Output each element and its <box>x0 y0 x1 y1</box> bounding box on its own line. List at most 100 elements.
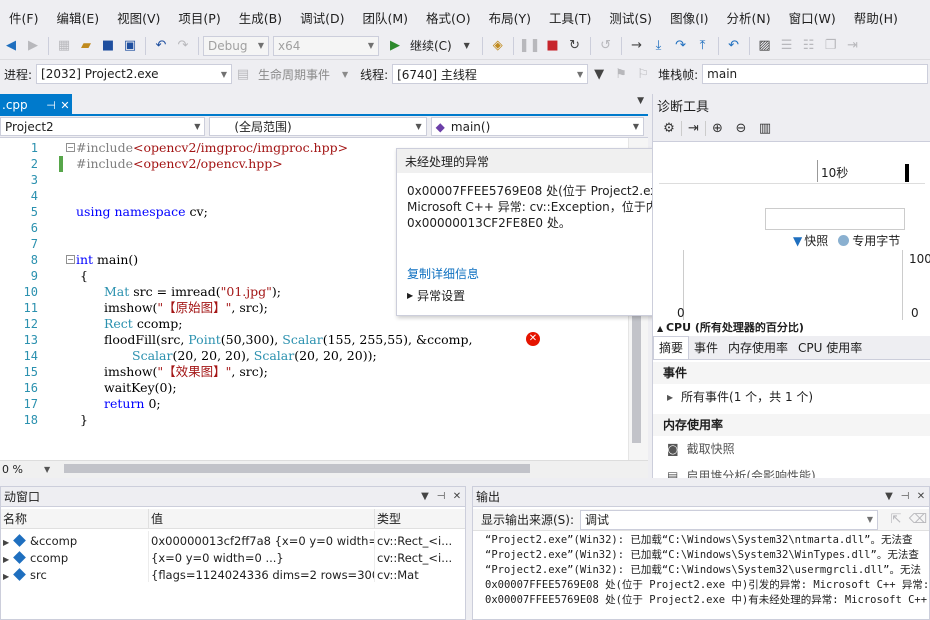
show-flagged-icon[interactable]: ⚐ <box>633 63 653 85</box>
redo-icon[interactable]: ↷ <box>173 35 193 57</box>
collapse-icon[interactable]: − <box>66 143 75 152</box>
find-message-icon[interactable]: ⇱ <box>886 509 906 531</box>
menu-project[interactable]: 项目(P) <box>169 6 229 32</box>
expand-icon[interactable]: ▶ <box>3 567 13 582</box>
stop-icon[interactable]: ■ <box>543 35 563 57</box>
filter-icon[interactable]: ▼ <box>589 63 609 85</box>
expand-icon[interactable]: ▶ <box>3 533 13 548</box>
tab-events[interactable]: 事件 <box>689 337 723 359</box>
menu-debug[interactable]: 调试(D) <box>291 6 353 32</box>
save-all-icon[interactable]: ▣ <box>120 35 140 57</box>
chevron-down-icon[interactable]: ▼ <box>417 491 433 502</box>
output-source-dropdown[interactable]: 调试 ▼ <box>580 509 878 530</box>
menu-build[interactable]: 生成(B) <box>230 6 291 32</box>
clear-all-icon[interactable]: ⌫ <box>908 509 928 531</box>
zoom-out-icon[interactable]: ⊖ <box>729 121 753 136</box>
indent-icon[interactable]: ⇥ <box>843 35 863 57</box>
undo-icon[interactable]: ↶ <box>151 35 171 57</box>
step-out-icon[interactable]: ⤒ <box>693 35 713 57</box>
process-dropdown[interactable]: [2032] Project2.exe ▼ <box>36 64 233 84</box>
column-type[interactable]: 类型 <box>375 509 465 528</box>
zoom-level[interactable]: 0 % <box>0 463 44 476</box>
tab-memory-usage[interactable]: 内存使用率 <box>723 337 793 359</box>
menu-team[interactable]: 团队(M) <box>353 6 417 32</box>
table-row[interactable]: ▶ src {flags=1124024336 dims=2 rows=300 .… <box>1 565 465 582</box>
flag-threads-icon[interactable]: ⚑ <box>611 63 631 85</box>
all-events-item[interactable]: ▸ 所有事件(1 个，共 1 个) <box>667 388 813 405</box>
comment-out-icon[interactable]: ☰ <box>777 35 797 57</box>
close-icon[interactable]: ✕ <box>58 99 72 112</box>
exception-settings-toggle[interactable]: ▶ 异常设置 <box>407 287 465 304</box>
function-value: main() <box>450 119 491 134</box>
close-icon[interactable]: ✕ <box>913 491 929 502</box>
menu-image[interactable]: 图像(I) <box>661 6 717 32</box>
menu-layout[interactable]: 布局(Y) <box>480 6 540 32</box>
table-row[interactable]: ▶ ccomp {x=0 y=0 width=0 ...} cv::Rect_<i… <box>1 548 465 565</box>
zoom-in-icon[interactable]: ⊕ <box>705 121 729 136</box>
continue-play-icon[interactable]: ▶ <box>385 35 405 57</box>
menu-view[interactable]: 视图(V) <box>108 6 169 32</box>
menu-help[interactable]: 帮助(H) <box>845 6 907 32</box>
variable-value[interactable]: 0x00000013cf2ff7a8 {x=0 y=0 width=0 ...} <box>149 531 375 548</box>
stack-frame-dropdown[interactable]: main <box>702 64 929 84</box>
configuration-dropdown[interactable]: Debug ▼ <box>203 35 269 56</box>
chevron-down-icon[interactable]: ▼ <box>44 465 50 474</box>
menu-file[interactable]: 件(F) <box>0 6 47 32</box>
collapse-icon[interactable]: − <box>66 255 75 264</box>
new-project-icon[interactable]: ▦ <box>54 35 74 57</box>
uncomment-icon[interactable]: ☷ <box>799 35 819 57</box>
menu-format[interactable]: 格式(O) <box>417 6 480 32</box>
pin-icon[interactable]: ⊣ <box>433 491 449 502</box>
thread-dropdown[interactable]: [6740] 主线程 ▼ <box>392 64 589 84</box>
menu-window[interactable]: 窗口(W) <box>780 6 845 32</box>
menu-test[interactable]: 测试(S) <box>600 6 661 32</box>
pin-icon[interactable]: ⊣ <box>897 491 913 502</box>
hot-reload-icon[interactable]: ◈ <box>488 35 508 57</box>
step-into-icon[interactable]: ⤓ <box>649 35 669 57</box>
horizontal-scrollbar-thumb[interactable] <box>64 464 530 473</box>
take-snapshot-button[interactable]: ◙ 截取快照 <box>667 440 735 457</box>
hot-restart-icon[interactable]: ↺ <box>596 35 616 57</box>
expand-icon[interactable]: ▶ <box>3 550 13 565</box>
continue-button[interactable]: 继续(C) <box>410 37 452 54</box>
select-tools-icon[interactable]: ⇥ <box>681 121 705 136</box>
bar-chart-icon[interactable]: ▥ <box>753 121 777 136</box>
lifecycle-events-dropdown[interactable]: 生命周期事件 <box>258 66 330 83</box>
enable-heap-profiling-item[interactable]: ▤ 启用堆分析(会影响性能) <box>667 466 927 478</box>
tab-summary[interactable]: 摘要 <box>653 336 690 359</box>
platform-dropdown[interactable]: x64 ▼ <box>273 35 379 56</box>
forward-icon[interactable]: ▶ <box>23 35 43 57</box>
project-dropdown[interactable]: Project2 ▼ <box>0 117 206 136</box>
scope-dropdown[interactable]: (全局范围) ▼ <box>209 117 427 136</box>
hex-display-icon[interactable]: ▨ <box>755 35 775 57</box>
chevron-down-icon[interactable]: ▼ <box>881 491 897 502</box>
save-icon[interactable]: ■ <box>98 35 118 57</box>
variable-value[interactable]: {x=0 y=0 width=0 ...} <box>149 548 375 565</box>
gear-icon[interactable]: ⚙ <box>657 121 681 136</box>
step-over-icon[interactable]: ↷ <box>671 35 691 57</box>
variable-value[interactable]: {flags=1124024336 dims=2 rows=300 ...} <box>149 565 375 582</box>
column-value[interactable]: 值 <box>149 509 375 528</box>
chevron-down-icon[interactable]: ▼ <box>457 35 477 57</box>
menu-analyze[interactable]: 分析(N) <box>718 6 780 32</box>
exception-error-icon[interactable]: ✕ <box>526 332 540 346</box>
back-icon[interactable]: ◀ <box>1 35 21 57</box>
open-folder-icon[interactable]: ▰ <box>76 35 96 57</box>
step-back-icon[interactable]: ↶ <box>724 35 744 57</box>
table-row[interactable]: ▶ &ccomp 0x00000013cf2ff7a8 {x=0 y=0 widt… <box>1 531 465 548</box>
tab-source-file[interactable]: .cpp ⊣ ✕ <box>0 94 72 116</box>
tab-cpu-usage[interactable]: CPU 使用率 <box>793 337 867 359</box>
pin-icon[interactable]: ⊣ <box>44 99 58 112</box>
restart-icon[interactable]: ↻ <box>565 35 585 57</box>
copy-details-link[interactable]: 复制详细信息 <box>407 265 479 282</box>
tab-overflow-icon[interactable]: ▼ <box>637 96 644 106</box>
menu-edit[interactable]: 编辑(E) <box>47 6 108 32</box>
close-icon[interactable]: ✕ <box>449 491 465 502</box>
pause-icon[interactable]: ❚❚ <box>519 35 541 57</box>
show-next-statement-icon[interactable]: → <box>627 35 647 57</box>
column-name[interactable]: 名称 <box>1 509 149 528</box>
function-dropdown[interactable]: ◆ main() ▼ <box>430 117 644 136</box>
menu-tools[interactable]: 工具(T) <box>540 6 600 32</box>
chevron-down-icon[interactable]: ▼ <box>335 63 355 85</box>
bookmark-icon[interactable]: ❐ <box>821 35 841 57</box>
